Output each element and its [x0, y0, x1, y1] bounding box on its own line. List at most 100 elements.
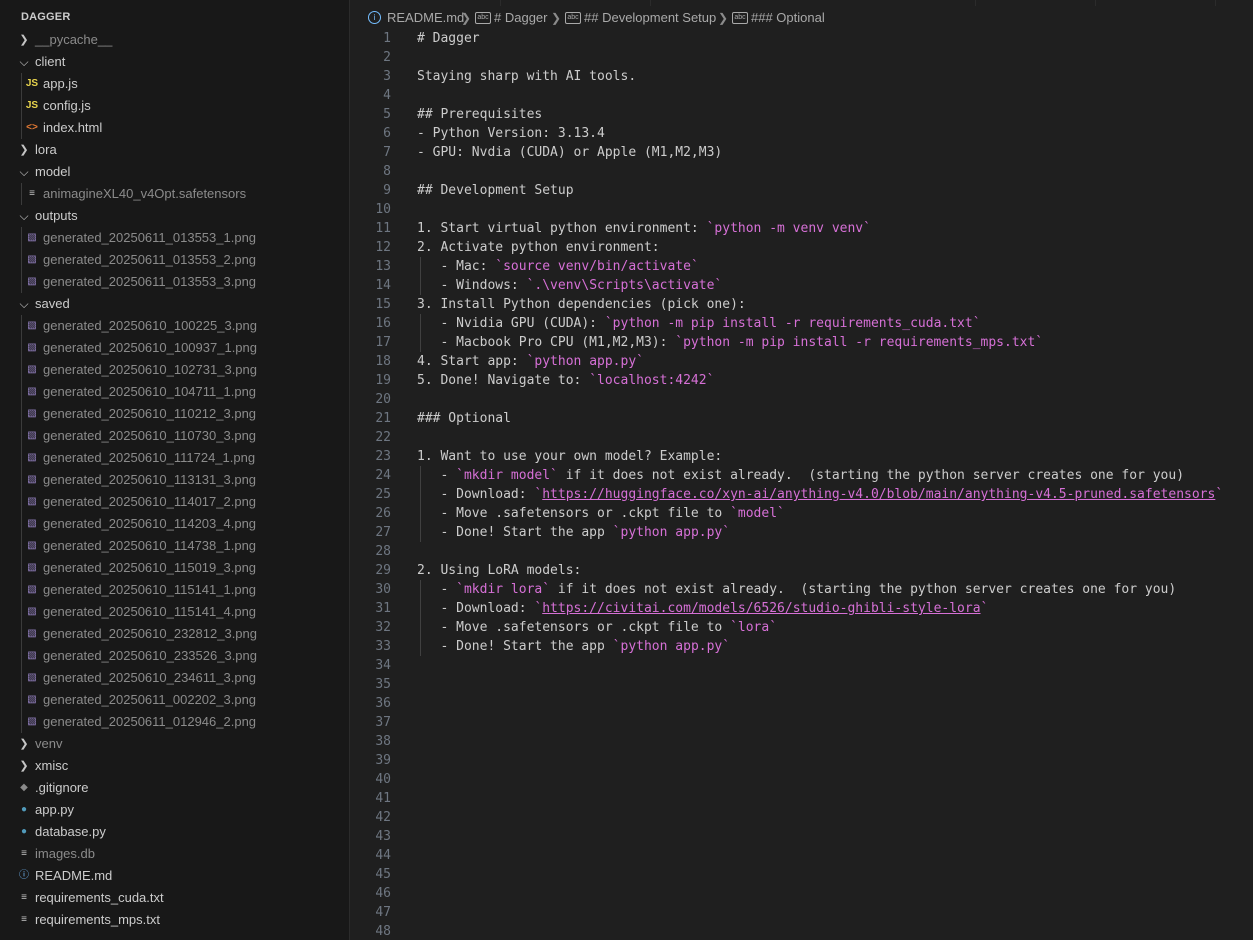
- tree-file[interactable]: ▧ generated_20250610_114203_4.png: [0, 513, 349, 535]
- tree-file[interactable]: ▧ generated_20250611_012946_2.png: [0, 711, 349, 733]
- code-token: `mkdir model`: [456, 468, 558, 483]
- line-number: 20: [375, 392, 391, 407]
- line-number: 27: [375, 525, 391, 540]
- line-number: 30: [375, 582, 391, 597]
- tree-file[interactable]: ▧ generated_20250610_115019_3.png: [0, 557, 349, 579]
- tree-file[interactable]: ▧ generated_20250610_114738_1.png: [0, 535, 349, 557]
- tree-item-label: images.db: [35, 846, 95, 861]
- line-number: 48: [375, 924, 391, 939]
- tree-file[interactable]: ≡ requirements_cuda.txt: [0, 887, 349, 909]
- line-number: 41: [375, 791, 391, 806]
- tree-file[interactable]: ▧ generated_20250610_111724_1.png: [0, 447, 349, 469]
- code-line: 3 Staying sharp with AI tools.: [350, 67, 1253, 86]
- tree-file[interactable]: ▧ generated_20250610_100225_3.png: [0, 315, 349, 337]
- line-number: 12: [375, 240, 391, 255]
- tree-file[interactable]: ▧ generated_20250610_110212_3.png: [0, 403, 349, 425]
- code-line: 15 3. Install Python dependencies (pick o…: [350, 295, 1253, 314]
- tree-file[interactable]: ● app.py: [0, 799, 349, 821]
- tree-item-label: generated_20250610_114203_4.png: [43, 516, 257, 531]
- line-number: 13: [375, 259, 391, 274]
- tree-file[interactable]: ▧ generated_20250610_115141_4.png: [0, 601, 349, 623]
- code-token: - Download:: [417, 487, 535, 502]
- tree-file[interactable]: ● database.py: [0, 821, 349, 843]
- tree-file[interactable]: ▧ generated_20250611_013553_3.png: [0, 271, 349, 293]
- line-text: 2. Using LoRA models:: [417, 561, 581, 580]
- code-line: 34: [350, 656, 1253, 675]
- tree-file[interactable]: <> index.html: [0, 117, 349, 139]
- code-line: 40: [350, 770, 1253, 789]
- code-line: 5 ## Prerequisites: [350, 105, 1253, 124]
- line-number: 35: [375, 677, 391, 692]
- code-link[interactable]: https://civitai.com/models/6526/studio-g…: [542, 601, 980, 616]
- line-number: 42: [375, 810, 391, 825]
- tree-file[interactable]: ▧ generated_20250610_114017_2.png: [0, 491, 349, 513]
- tree-item-label: generated_20250610_114738_1.png: [43, 538, 257, 553]
- image-icon: ▧: [27, 584, 37, 595]
- tree-folder[interactable]: ❯ __pycache__: [0, 29, 349, 51]
- tree-file[interactable]: ≡ animagineXL40_v4Opt.safetensors: [0, 183, 349, 205]
- line-number: 28: [375, 544, 391, 559]
- tree-folder[interactable]: ❯ lora: [0, 139, 349, 161]
- image-icon: ▧: [27, 540, 37, 551]
- tree-file[interactable]: ▧ generated_20250610_104711_1.png: [0, 381, 349, 403]
- line-number: 36: [375, 696, 391, 711]
- tree-file[interactable]: ≡ images.db: [0, 843, 349, 865]
- image-icon: ▧: [27, 452, 37, 463]
- image-icon: ▧: [27, 562, 37, 573]
- tree-file[interactable]: ▧ generated_20250610_113131_3.png: [0, 469, 349, 491]
- js-icon: JS: [25, 78, 39, 89]
- tree-item-label: xmisc: [35, 758, 69, 773]
- tree-folder[interactable]: ⌵ model: [0, 161, 349, 183]
- line-number: 47: [375, 905, 391, 920]
- tree-item-label: generated_20250610_115141_1.png: [43, 582, 257, 597]
- chevron-right-icon: ❯: [551, 11, 562, 25]
- tree-file[interactable]: ▧ generated_20250611_002202_3.png: [0, 689, 349, 711]
- line-text: ## Prerequisites: [417, 105, 542, 124]
- tree-folder[interactable]: ❯ xmisc: [0, 755, 349, 777]
- tree-item-label: generated_20250610_111724_1.png: [43, 450, 256, 465]
- tree-item-label: config.js: [43, 98, 91, 113]
- tree-item-label: generated_20250610_114017_2.png: [43, 494, 257, 509]
- tree-folder[interactable]: ⌵ saved: [0, 293, 349, 315]
- tree-folder[interactable]: ⌵ outputs: [0, 205, 349, 227]
- tree-item-label: lora: [35, 142, 57, 157]
- file-icon: ≡: [21, 848, 27, 859]
- tree-file[interactable]: ▧ generated_20250610_234611_3.png: [0, 667, 349, 689]
- breadcrumb-section-2[interactable]: abc ## Development Setup: [565, 8, 716, 28]
- tree-file[interactable]: JS app.js: [0, 73, 349, 95]
- code-token: `localhost:4242`: [589, 373, 715, 388]
- breadcrumb-section-3[interactable]: abc ### Optional: [732, 8, 825, 28]
- tree-file[interactable]: ≡ requirements_mps.txt: [0, 909, 349, 931]
- line-number: 24: [375, 468, 391, 483]
- code-line: 12 2. Activate python environment:: [350, 238, 1253, 257]
- info-icon: i: [368, 11, 381, 25]
- tree-file[interactable]: ▧ generated_20250611_013553_2.png: [0, 249, 349, 271]
- line-text: - Move .safetensors or .ckpt file to `lo…: [417, 618, 777, 637]
- tree-file[interactable]: ▧ generated_20250610_110730_3.png: [0, 425, 349, 447]
- code-line: 6 - Python Version: 3.13.4: [350, 124, 1253, 143]
- breadcrumb-section-1[interactable]: abc # Dagger: [475, 8, 547, 28]
- tree-file[interactable]: ▧ generated_20250611_013553_1.png: [0, 227, 349, 249]
- breadcrumb-file[interactable]: i README.md: [368, 8, 464, 28]
- code-line: 31 - Download: `https://civitai.com/mode…: [350, 599, 1253, 618]
- code-link[interactable]: https://huggingface.co/xyn-ai/anything-v…: [542, 487, 1215, 502]
- tree-file[interactable]: ▧ generated_20250610_232812_3.png: [0, 623, 349, 645]
- tree-file[interactable]: JS config.js: [0, 95, 349, 117]
- tree-file[interactable]: ▧ generated_20250610_100937_1.png: [0, 337, 349, 359]
- code-token: `mkdir lora`: [456, 582, 551, 597]
- chevron-down-icon: ⌵: [19, 209, 29, 223]
- chevron-right-icon: ❯: [19, 144, 29, 156]
- code-line: 13 - Mac: `source venv/bin/activate`: [350, 257, 1253, 276]
- tree-file[interactable]: ⓘ README.md: [0, 865, 349, 887]
- tree-file[interactable]: ▧ generated_20250610_102731_3.png: [0, 359, 349, 381]
- code-token: 5. Done! Navigate to:: [417, 373, 590, 388]
- code-token: - Mac:: [417, 259, 496, 274]
- tree-file[interactable]: ▧ generated_20250610_233526_3.png: [0, 645, 349, 667]
- code-token: 2. Activate python environment:: [417, 240, 660, 255]
- tree-folder[interactable]: ❯ venv: [0, 733, 349, 755]
- tree-file[interactable]: ▧ generated_20250610_115141_1.png: [0, 579, 349, 601]
- tree-file[interactable]: ◆ .gitignore: [0, 777, 349, 799]
- tree-folder[interactable]: ⌵ client: [0, 51, 349, 73]
- code-token: ### Optional: [417, 411, 511, 426]
- code-token: `source venv/bin/activate`: [495, 259, 699, 274]
